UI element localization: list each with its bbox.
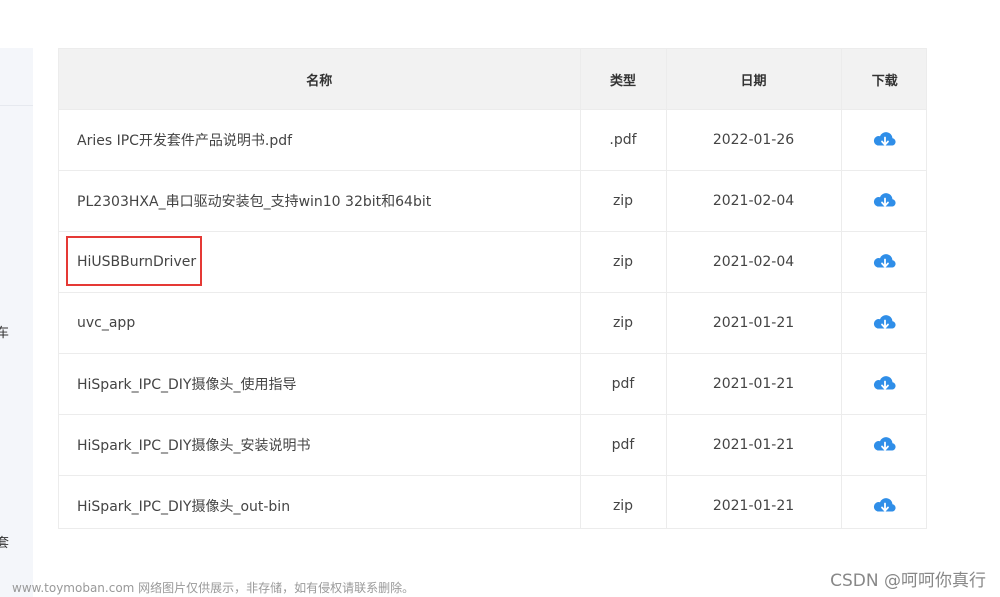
file-date: 2021-01-21 bbox=[666, 353, 842, 415]
cloud-download-icon[interactable] bbox=[872, 130, 898, 150]
file-type: pdf bbox=[580, 353, 667, 415]
file-name: uvc_app bbox=[59, 292, 581, 354]
cloud-download-icon[interactable] bbox=[872, 252, 898, 272]
file-name: PL2303HXA_串口驱动安装包_支持win10 32bit和64bit bbox=[59, 170, 581, 232]
download-cell bbox=[841, 292, 926, 354]
sidebar: 车 套 bbox=[0, 48, 33, 597]
table-row: HiUSBBurnDriver zip 2021-02-04 bbox=[59, 231, 926, 293]
cloud-download-icon[interactable] bbox=[872, 435, 898, 455]
sidebar-item-partial-2[interactable]: 套 bbox=[0, 536, 26, 552]
downloads-table: 名称 类型 日期 下载 Aries IPC开发套件产品说明书.pdf .pdf … bbox=[58, 48, 927, 529]
highlight-box bbox=[66, 236, 202, 286]
table-header-row: 名称 类型 日期 下载 bbox=[59, 49, 926, 110]
table-row: HiSpark_IPC_DIY摄像头_安装说明书 pdf 2021-01-21 bbox=[59, 414, 926, 476]
table-row: HiSpark_IPC_DIY摄像头_out-bin zip 2021-01-2… bbox=[59, 475, 926, 528]
csdn-attribution: CSDN @呵呵你真行 bbox=[830, 571, 986, 591]
file-type: zip bbox=[580, 292, 667, 354]
table-row: HiSpark_IPC_DIY摄像头_使用指导 pdf 2021-01-21 bbox=[59, 353, 926, 415]
page: 车 套 名称 类型 日期 下载 Aries IPC开发套件产品说明书.pdf .… bbox=[0, 0, 1000, 597]
watermark-text: www.toymoban.com 网络图片仅供展示，非存储，如有侵权请联系删除。 bbox=[12, 581, 415, 595]
table-row: uvc_app zip 2021-01-21 bbox=[59, 292, 926, 354]
file-date: 2021-02-04 bbox=[666, 231, 842, 293]
header-type: 类型 bbox=[580, 49, 667, 110]
file-date: 2021-01-21 bbox=[666, 414, 842, 476]
file-date: 2021-01-21 bbox=[666, 292, 842, 354]
file-name: Aries IPC开发套件产品说明书.pdf bbox=[59, 109, 581, 171]
file-name: HiSpark_IPC_DIY摄像头_安装说明书 bbox=[59, 414, 581, 476]
download-cell bbox=[841, 231, 926, 293]
file-date: 2021-01-21 bbox=[666, 475, 842, 528]
download-cell bbox=[841, 170, 926, 232]
file-name: HiSpark_IPC_DIY摄像头_out-bin bbox=[59, 475, 581, 528]
download-cell bbox=[841, 414, 926, 476]
file-name-cell: HiUSBBurnDriver bbox=[59, 231, 581, 293]
file-name: HiSpark_IPC_DIY摄像头_使用指导 bbox=[59, 353, 581, 415]
download-cell bbox=[841, 353, 926, 415]
header-download: 下载 bbox=[841, 49, 926, 110]
cloud-download-icon[interactable] bbox=[872, 496, 898, 516]
file-date: 2022-01-26 bbox=[666, 109, 842, 171]
download-cell bbox=[841, 109, 926, 171]
cloud-download-icon[interactable] bbox=[872, 313, 898, 333]
table-row: Aries IPC开发套件产品说明书.pdf .pdf 2022-01-26 bbox=[59, 109, 926, 171]
sidebar-divider bbox=[0, 105, 33, 106]
sidebar-item-partial-1[interactable]: 车 bbox=[0, 326, 26, 342]
file-type: zip bbox=[580, 475, 667, 528]
header-name: 名称 bbox=[59, 49, 581, 110]
table-row: PL2303HXA_串口驱动安装包_支持win10 32bit和64bit zi… bbox=[59, 170, 926, 232]
cloud-download-icon[interactable] bbox=[872, 191, 898, 211]
file-type: .pdf bbox=[580, 109, 667, 171]
file-type: zip bbox=[580, 170, 667, 232]
header-date: 日期 bbox=[666, 49, 842, 110]
file-type: pdf bbox=[580, 414, 667, 476]
cloud-download-icon[interactable] bbox=[872, 374, 898, 394]
download-cell bbox=[841, 475, 926, 528]
file-type: zip bbox=[580, 231, 667, 293]
file-date: 2021-02-04 bbox=[666, 170, 842, 232]
